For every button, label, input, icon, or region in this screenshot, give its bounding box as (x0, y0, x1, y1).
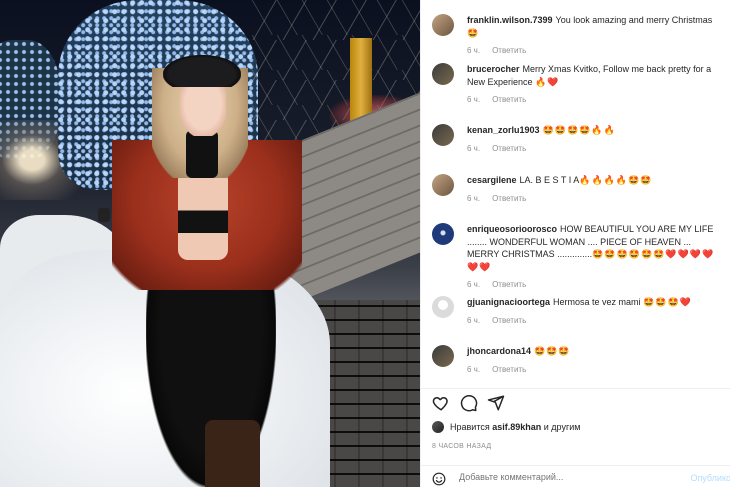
comment-emoji: 🤩 (467, 27, 480, 38)
comment-item: kenan_zorlu1903 🤩🤩🤩🤩🔥🔥 6 ч. Ответить (432, 124, 724, 153)
avatar[interactable] (432, 124, 454, 146)
comment-time: 6 ч. (467, 315, 481, 325)
comments-list: franklin.wilson.7399 You look amazing and… (421, 0, 730, 388)
comment-emoji: 🔥🔥🔥🔥🤩🤩 (579, 175, 653, 185)
emoji-picker-icon[interactable] (432, 472, 446, 486)
comment-meta: 6 ч. Ответить (467, 365, 724, 374)
comment-meta: 6 ч. Ответить (467, 316, 724, 325)
reply-button[interactable]: Ответить (492, 95, 526, 104)
person-beret (163, 55, 241, 87)
comment-body: brucerocher Merry Xmas Kvitko, Follow me … (467, 63, 724, 88)
comment-meta: 6 ч. Ответить (467, 280, 724, 289)
likes-others[interactable]: и другим (544, 422, 581, 432)
add-comment-row: Опублико (421, 465, 730, 488)
comment-time: 6 ч. (467, 143, 481, 153)
comment-body: cesargilene LA. B E S T I A🔥🔥🔥🔥🤩🤩 (467, 174, 724, 187)
comment-time: 6 ч. (467, 95, 481, 104)
comment-username[interactable]: cesargilene (467, 175, 517, 185)
comment-meta: 6 ч. Ответить (467, 46, 724, 55)
comment-body: franklin.wilson.7399 You look amazing and… (467, 14, 724, 39)
avatar[interactable] (432, 63, 454, 85)
publish-button[interactable]: Опублико (690, 473, 730, 483)
comment-username[interactable]: jhoncardona14 (467, 346, 531, 356)
comment-time: 6 ч. (467, 46, 481, 55)
comment-item: cesargilene LA. B E S T I A🔥🔥🔥🔥🤩🤩 6 ч. Отв… (432, 174, 724, 203)
post-timestamp[interactable]: 8 ЧАСОВ НАЗАД (432, 443, 491, 450)
comment-emoji: 🔥❤️ (535, 76, 560, 87)
reply-button[interactable]: Ответить (492, 280, 526, 289)
comment-emoji: 🤩🤩🤩🤩🔥🔥 (542, 125, 616, 135)
comment-item: franklin.wilson.7399 You look amazing and… (432, 14, 724, 55)
comment-emoji: 🤩🤩🤩 (534, 346, 571, 356)
liker-avatar[interactable] (432, 421, 444, 433)
comment-emoji: 🤩🤩🤩❤️ (643, 297, 692, 307)
comment-icon[interactable] (460, 394, 478, 412)
comment-meta: 6 ч. Ответить (467, 194, 724, 203)
post-photo[interactable] (0, 0, 420, 487)
action-bar (421, 388, 730, 419)
comments-panel: franklin.wilson.7399 You look amazing and… (420, 0, 730, 487)
comment-body: enriqueosorioorosco HOW BEAUTIFUL YOU ARE… (467, 223, 724, 273)
reply-button[interactable]: Ответить (492, 316, 526, 325)
comment-meta: 6 ч. Ответить (467, 95, 724, 104)
comment-item: jhoncardona14 🤩🤩🤩 6 ч. Ответить (432, 345, 724, 374)
heart-icon[interactable] (432, 394, 450, 412)
reply-button[interactable]: Ответить (492, 194, 526, 203)
avatar[interactable] (432, 296, 454, 318)
likes-prefix: Нравится (450, 422, 490, 432)
comment-username[interactable]: kenan_zorlu1903 (467, 125, 540, 135)
person-neck (186, 130, 218, 178)
avatar[interactable] (432, 223, 454, 245)
liker-username[interactable]: asif.89khan (492, 422, 541, 432)
comment-username[interactable]: gjuanignacioortega (467, 297, 550, 307)
comment-username[interactable]: brucerocher (467, 64, 520, 74)
likes-summary: Нравится asif.89khan и другим (432, 421, 580, 433)
comment-item: brucerocher Merry Xmas Kvitko, Follow me … (432, 63, 724, 104)
avatar[interactable] (432, 14, 454, 36)
comment-body: kenan_zorlu1903 🤩🤩🤩🤩🔥🔥 (467, 124, 724, 137)
avatar[interactable] (432, 345, 454, 367)
comment-text: You look amazing and merry Christmas (555, 15, 713, 25)
comment-time: 6 ч. (467, 364, 481, 374)
comment-text: Hermosa te vez mami (553, 297, 641, 307)
comment-username[interactable]: enriqueosorioorosco (467, 224, 557, 234)
reply-button[interactable]: Ответить (492, 365, 526, 374)
comment-text: LA. B E S T I A (519, 175, 580, 185)
ground-lamp (98, 208, 110, 222)
comment-item: gjuanignacioortega Hermosa te vez mami 🤩🤩… (432, 296, 724, 325)
reply-button[interactable]: Ответить (492, 46, 526, 55)
comment-input[interactable] (459, 472, 669, 482)
reply-button[interactable]: Ответить (492, 144, 526, 153)
comment-username[interactable]: franklin.wilson.7399 (467, 15, 553, 25)
comment-meta: 6 ч. Ответить (467, 144, 724, 153)
share-icon[interactable] (487, 394, 505, 412)
person-boot (205, 420, 260, 487)
comment-body: gjuanignacioortega Hermosa te vez mami 🤩🤩… (467, 296, 724, 309)
person-torso (178, 170, 228, 260)
comment-time: 6 ч. (467, 280, 481, 289)
comment-time: 6 ч. (467, 193, 481, 203)
comment-item: enriqueosorioorosco HOW BEAUTIFUL YOU ARE… (432, 223, 724, 289)
avatar[interactable] (432, 174, 454, 196)
comment-body: jhoncardona14 🤩🤩🤩 (467, 345, 724, 358)
